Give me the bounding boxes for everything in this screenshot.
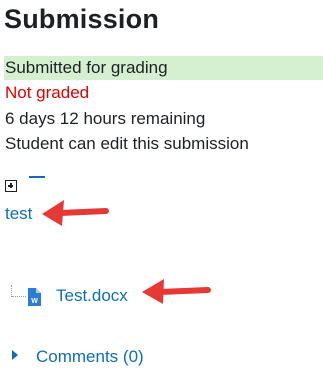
submission-panel: Submission Submitted for grading Not gra… [0, 0, 323, 369]
time-remaining: 6 days 12 hours remaining [5, 109, 206, 128]
page-title: Submission [4, 4, 160, 34]
expand-plus-icon[interactable] [5, 180, 17, 192]
word-document-icon: W [28, 288, 41, 306]
edit-status: Student can edit this submission [5, 134, 249, 153]
tree-connector-horizontal [12, 296, 26, 297]
file-link[interactable]: Test.docx [56, 285, 128, 307]
folder-link[interactable]: test [5, 203, 32, 225]
caret-right-icon[interactable] [12, 350, 18, 360]
comments-toggle[interactable]: Comments (0) [36, 346, 144, 368]
tree-dash [29, 176, 45, 178]
red-arrow-icon [42, 200, 109, 226]
submission-status: Submitted for grading [4, 56, 323, 80]
svg-text:W: W [31, 298, 38, 305]
red-arrow-icon [142, 279, 211, 304]
grading-status: Not graded [5, 83, 90, 102]
